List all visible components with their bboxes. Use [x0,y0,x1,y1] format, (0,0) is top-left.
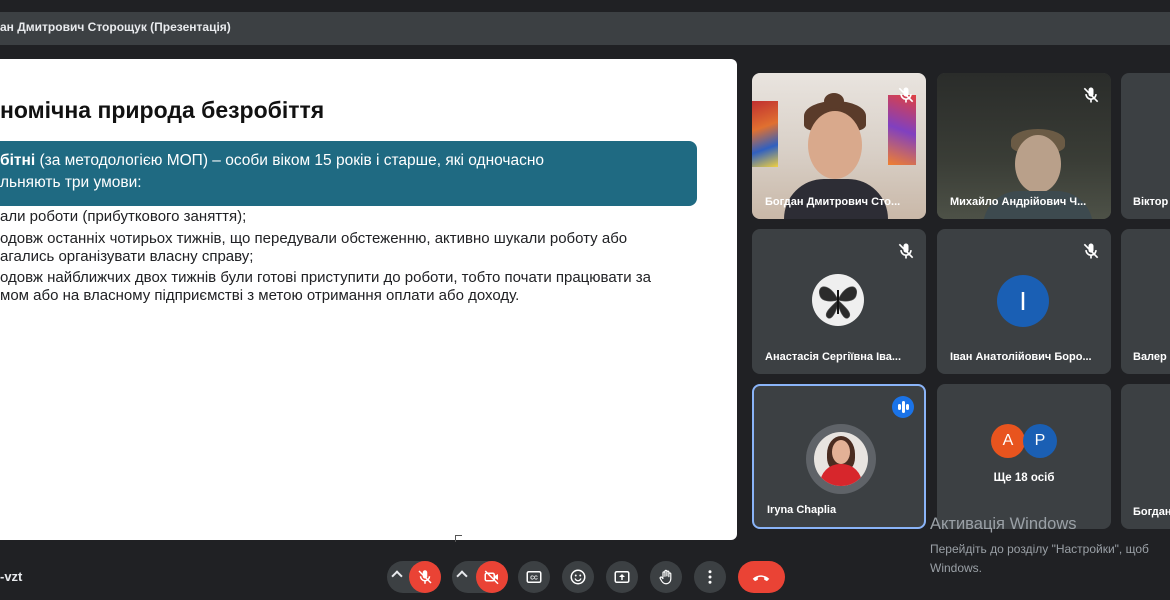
raise-hand-button[interactable] [650,561,682,593]
participant-tile[interactable]: I Іван Анатолійович Боро... [937,229,1111,374]
mic-off-button[interactable] [409,561,441,593]
captions-icon: CC [526,571,542,583]
mic-off-icon [898,87,914,103]
mouse-cursor-icon [455,535,462,542]
definition-line-2: льняють три умови: [0,174,142,191]
participant-tile[interactable]: Богдан Дмитрович Сто... [752,73,926,219]
shared-slide: номічна природа безробіття бітні (за мет… [0,59,737,540]
microphone-control[interactable] [387,561,441,593]
leave-call-button[interactable] [738,561,785,593]
avatar: P [1023,424,1057,458]
avatar [806,424,876,494]
more-options-button[interactable] [694,561,726,593]
participant-name: Богдан [1133,506,1170,518]
definition-line-1: бітні (за методологією МОП) – особи віко… [0,152,544,170]
more-participants-label: Ще 18 осіб [993,472,1055,484]
definition-text: (за методологією МОП) – особи віком 15 р… [35,152,545,169]
slide-definition-box: бітні (за методологією МОП) – особи віко… [0,141,697,206]
chevron-up-icon[interactable] [391,570,403,582]
participant-tile[interactable]: Анастасія Сергіївна Іва... [752,229,926,374]
speaking-indicator-icon [892,396,914,418]
participant-name: Валер [1133,351,1167,363]
svg-text:CC: CC [530,576,538,582]
participant-tile[interactable]: Богдан [1121,384,1170,529]
participant-tile[interactable]: Михайло Андрійович Ч... [937,73,1111,219]
windows-activation-title: Активація Windows [930,515,1077,533]
emoji-icon [570,569,586,585]
presentation-header-bar: ан Дмитрович Сторощук (Презентація) [0,12,1170,45]
mic-off-icon [898,243,914,259]
presenter-title: ан Дмитрович Сторощук (Презентація) [0,20,231,34]
slide-bullet: мом або на власному підприємстві з метою… [0,287,520,304]
slide-bullet: одовж найближчих двох тижнів були готові… [0,269,651,286]
camera-control[interactable] [452,561,508,593]
slide-bullet: агались організувати власну справу; [0,248,254,265]
participant-name: Віктор [1133,196,1169,208]
mic-off-icon [1083,87,1099,103]
participant-name: Анастасія Сергіївна Іва... [765,351,902,363]
slide-bullet: али роботи (прибуткового заняття); [0,208,247,225]
avatar: I [997,275,1049,327]
camera-off-icon [484,570,499,585]
more-participants-tile[interactable]: A P Ще 18 осіб [937,384,1111,529]
hang-up-icon [752,575,770,582]
more-vert-icon [708,570,712,584]
participant-name: Iryna Chaplia [767,504,837,516]
participant-tile[interactable]: Валер [1121,229,1170,374]
camera-off-button[interactable] [476,561,508,593]
participant-tile-active-speaker[interactable]: Iryna Chaplia [752,384,926,529]
chevron-up-icon[interactable] [456,570,468,582]
present-screen-button[interactable] [606,561,638,593]
participant-name: Михайло Андрійович Ч... [950,196,1087,208]
reactions-button[interactable] [562,561,594,593]
windows-activation-text: Перейдіть до розділу "Настройки", щоб Wi… [930,542,1149,575]
slide-bullet: одовж останніх чотирьох тижнів, що перед… [0,230,628,247]
mic-off-icon [1083,243,1099,259]
butterfly-icon [812,274,864,326]
participant-name: Богдан Дмитрович Сто... [765,196,901,208]
participant-tile[interactable]: Віктор [1121,73,1170,219]
mic-off-icon [418,570,432,584]
participant-name: Іван Анатолійович Боро... [950,351,1092,363]
definition-term: бітні [0,152,36,169]
hand-icon [659,569,672,585]
meeting-code: -vzt [0,569,23,584]
present-icon [614,571,630,583]
slide-title: номічна природа безробіття [0,97,325,123]
avatar: A [991,424,1025,458]
captions-button[interactable]: CC [518,561,550,593]
